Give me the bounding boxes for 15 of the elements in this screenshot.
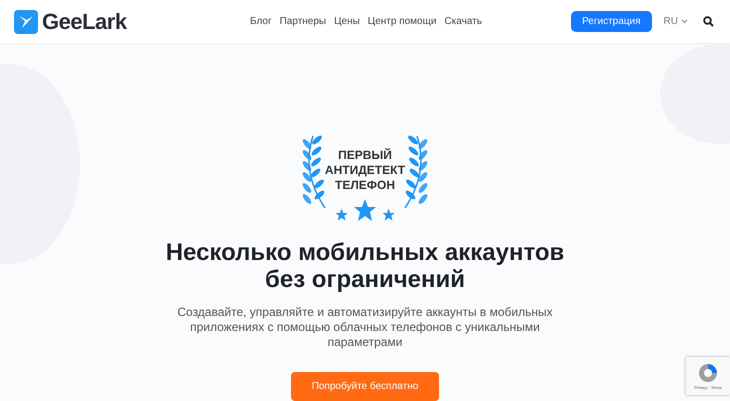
- nav-link[interactable]: Центр помощи: [368, 16, 436, 27]
- bird-logo-icon: [14, 10, 38, 34]
- logo-text[interactable]: GeeLark: [42, 8, 127, 34]
- badge-text: ПЕРВЫЙ АНТИДЕТЕКТ ТЕЛЕФОН: [324, 148, 406, 193]
- nav-link[interactable]: Партнеры: [280, 16, 326, 27]
- language-selector[interactable]: RU: [664, 16, 688, 27]
- caret-icon: [681, 19, 688, 24]
- search-icon[interactable]: [703, 16, 714, 27]
- register-button[interactable]: Регистрация: [571, 11, 652, 32]
- recaptcha-icon: [697, 362, 719, 384]
- nav-link[interactable]: Скачать: [444, 16, 482, 27]
- nav-link[interactable]: Цены: [334, 16, 360, 27]
- nav-link[interactable]: Блог: [250, 16, 272, 27]
- hero-subtitle: Создавайте, управляйте и автоматизируйте аккаунты в мобильных приложениях с помощью облачных телефонов с уникальными параметрами: [176, 305, 554, 350]
- hero-title: Несколько мобильных аккаунтов без ограничений: [166, 239, 564, 294]
